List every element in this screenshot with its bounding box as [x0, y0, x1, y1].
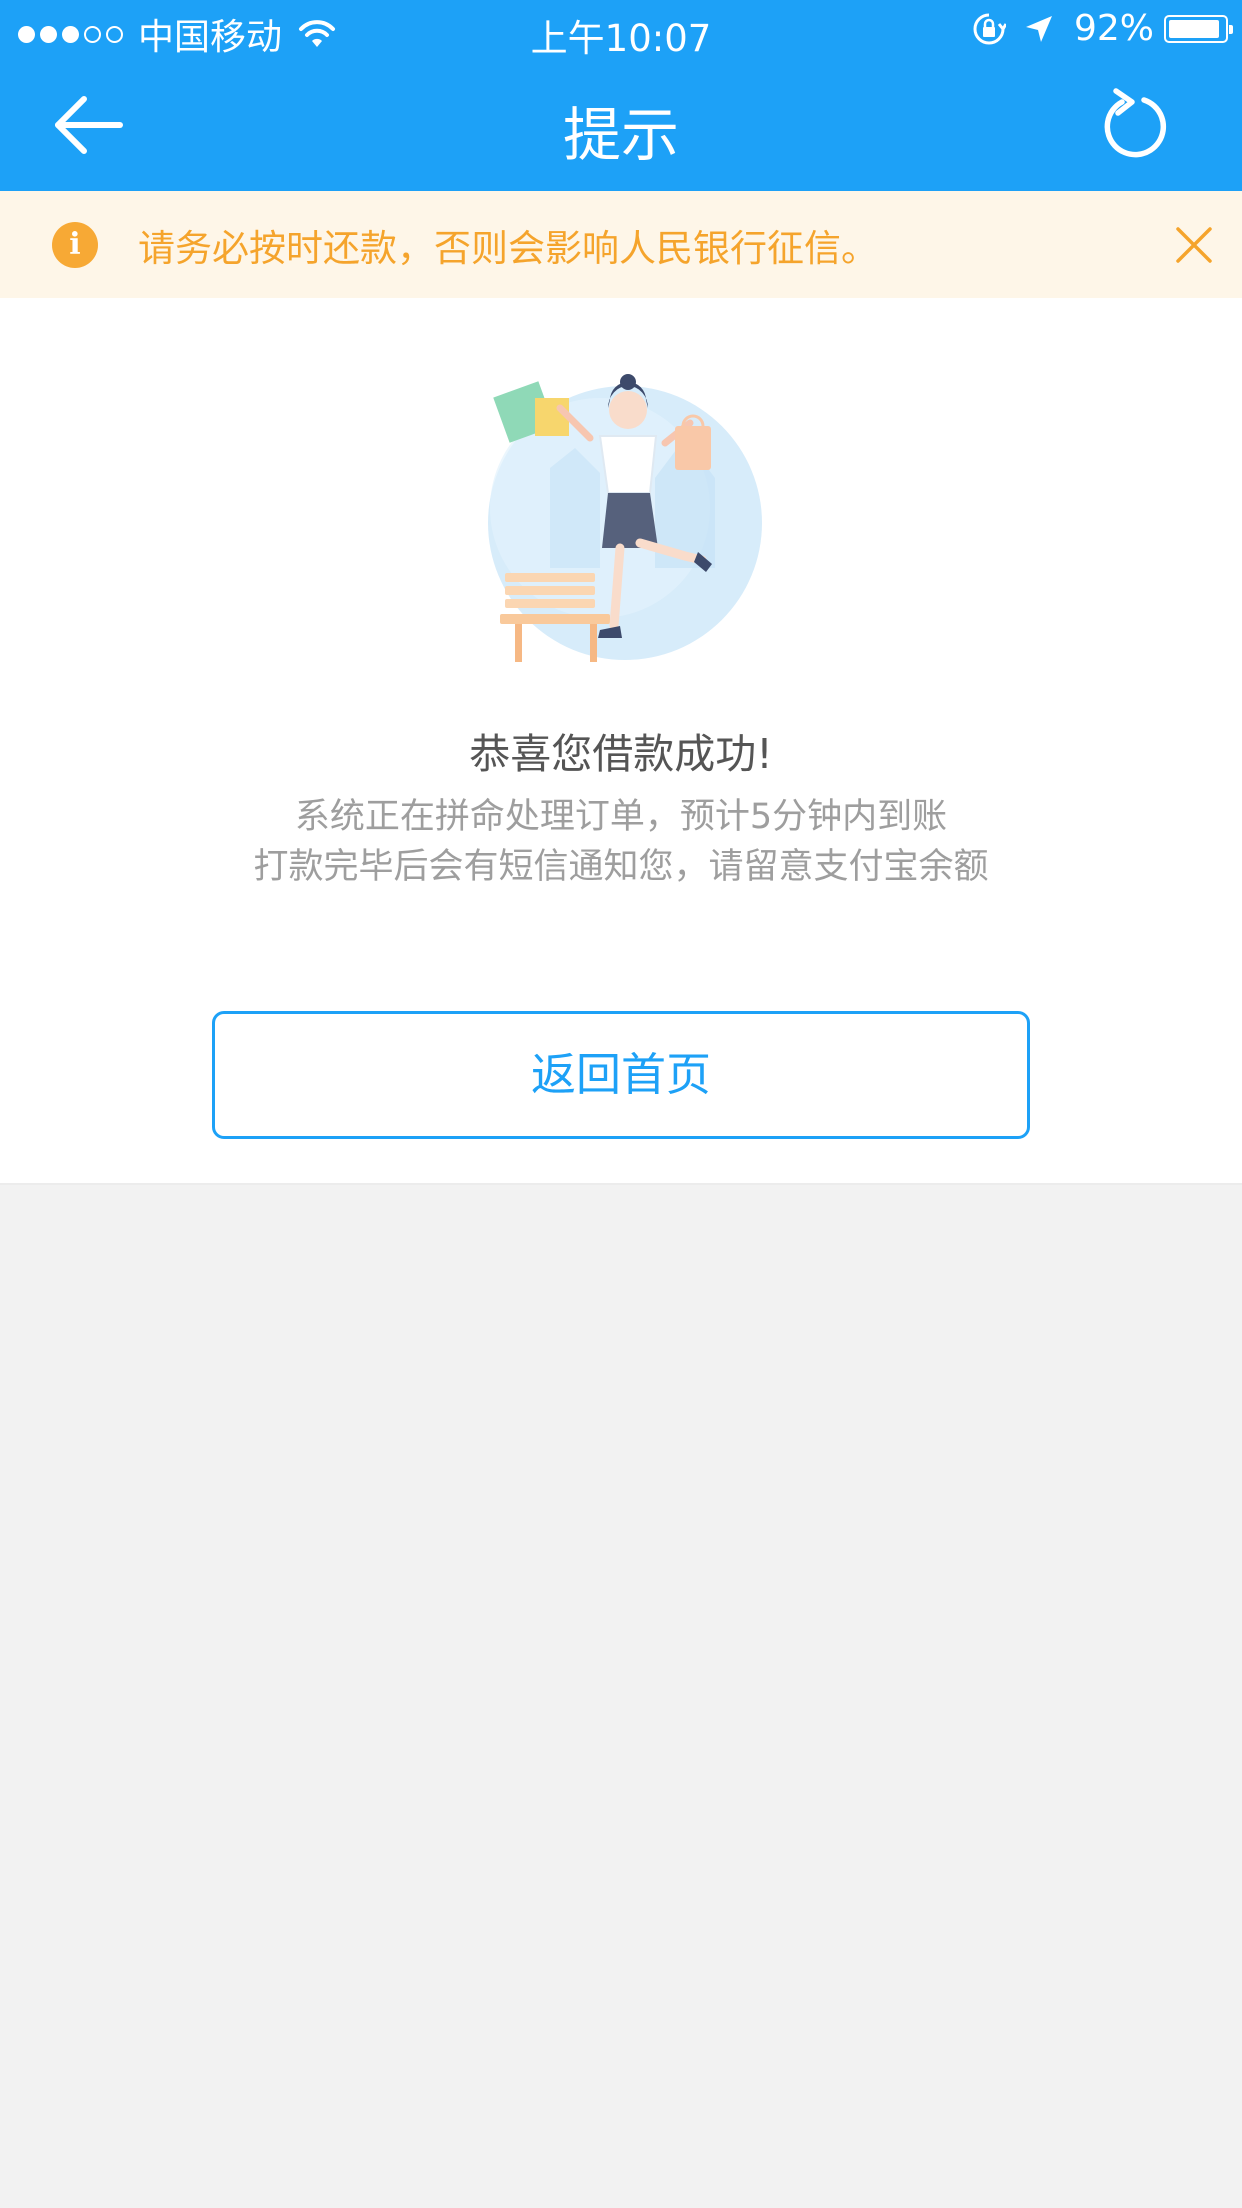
refresh-icon [1104, 88, 1167, 158]
info-icon: i [52, 221, 98, 268]
battery-fill [1169, 19, 1219, 38]
success-description-line-2: 打款完毕后会有短信通知您，请留意支付宝余额 [253, 847, 989, 887]
navbar: 提示 [0, 60, 1242, 191]
success-illustration [488, 374, 762, 662]
battery-percent: 92% [1073, 8, 1154, 49]
close-icon [1176, 227, 1212, 263]
success-panel: 恭喜您借款成功! 系统正在拼命处理订单，预计5分钟内到账 打款完毕后会有短信通知… [0, 298, 1242, 1185]
success-title: 恭喜您借款成功! [469, 730, 773, 778]
refresh-button[interactable] [1092, 88, 1172, 168]
battery-icon [1164, 14, 1233, 43]
status-bar-right: 92% [954, 8, 1233, 49]
notice-close-button[interactable] [1172, 223, 1216, 267]
page-title: 提示 [562, 101, 679, 169]
status-bar: 中国移动 上午10:07 92% [0, 0, 1242, 60]
location-arrow-icon [1025, 15, 1052, 42]
notice-text: 请务必按时还款，否则会影响人民银行征信。 [138, 226, 878, 270]
notice-banner: i 请务必按时还款，否则会影响人民银行征信。 [0, 191, 1242, 298]
battery-nub [1229, 24, 1233, 34]
orientation-lock-icon [973, 13, 1006, 44]
header: 中国移动 上午10:07 92% 提示 [0, 0, 1242, 191]
return-home-button[interactable]: 返回首页 [212, 1011, 1030, 1139]
success-description-line-1: 系统正在拼命处理订单，预计5分钟内到账 [294, 797, 948, 837]
